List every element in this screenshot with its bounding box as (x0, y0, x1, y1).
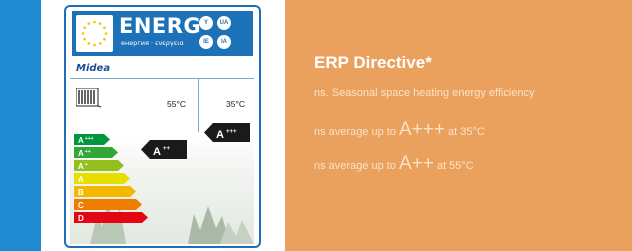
left-accent-bar (0, 0, 41, 251)
energy-title: ENERG (119, 14, 202, 38)
scale-bar-a1plus: A+ (74, 160, 124, 171)
scale-bar-a3plus: A+++ (74, 134, 110, 145)
scale-bar-a2plus: A++ (74, 147, 118, 158)
divider (70, 78, 254, 79)
heat-pump-icon (75, 87, 102, 113)
scale-bar-b: B (74, 186, 136, 197)
erp-subtitle: ns. Seasonal space heating energy effici… (314, 87, 535, 99)
eu-flag-icon (76, 15, 113, 52)
erp-title: ERP Directive* (314, 53, 432, 72)
energy-subtitle: енергия · ενεργεια (121, 39, 184, 47)
lang-badge: Y (199, 16, 213, 30)
lang-badge: IA (217, 35, 231, 49)
erp-info-panel: ERP Directive* ns. Seasonal space heatin… (285, 0, 632, 251)
scale-bar-c: C (74, 199, 142, 210)
rating-arrow-55: A ++ (141, 140, 187, 159)
lang-badge: IE (199, 35, 213, 49)
energy-label: ENERG енергия · ενεργεια Y UA IE IA Mide… (64, 5, 261, 248)
scale-bar-a: A (74, 173, 130, 184)
temp-55-label: 55°C (167, 99, 186, 109)
erp-line-35: ns average up to A+++ at 35°C (314, 119, 485, 140)
lang-badge: UA (217, 16, 231, 30)
brand-logo: Midea (76, 63, 111, 74)
erp-line-55: ns average up to A++ at 55°C (314, 153, 474, 174)
temp-35-label: 35°C (226, 99, 245, 109)
energy-label-header: ENERG енергия · ενεργεια Y UA IE IA (72, 11, 253, 56)
rating-arrow-35: A +++ (204, 123, 250, 142)
scale-bar-d: D (74, 212, 148, 223)
